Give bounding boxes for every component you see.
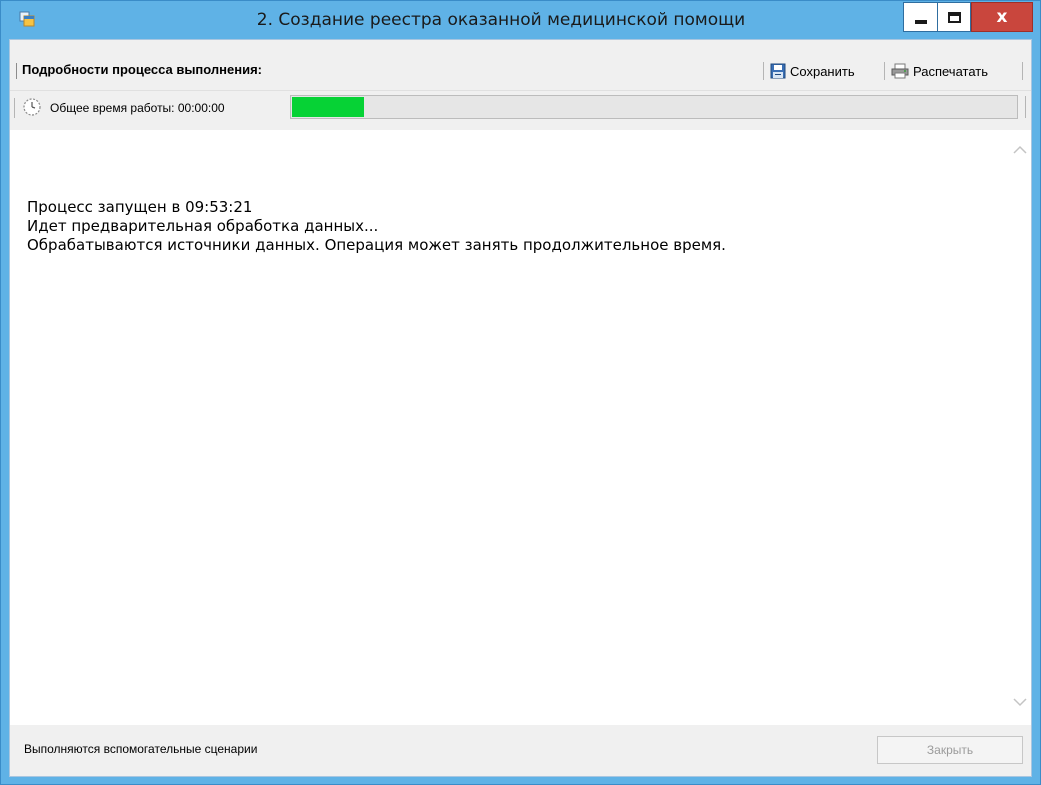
save-button-label: Сохранить xyxy=(790,63,855,79)
status-separator xyxy=(14,98,15,118)
scroll-down-icon[interactable] xyxy=(1012,692,1028,711)
minimize-button[interactable] xyxy=(903,2,937,32)
toolbar-separator xyxy=(1022,62,1023,80)
close-button[interactable]: Закрыть xyxy=(877,736,1023,764)
title-bar[interactable]: 2. Создание реестра оказанной медицинско… xyxy=(1,1,1040,39)
window-title: 2. Создание реестра оказанной медицинско… xyxy=(256,10,746,30)
close-icon: x xyxy=(996,7,1008,27)
toolbar-title: Подробности процесса выполнения: xyxy=(22,62,263,77)
log-output-area[interactable]: Процесс запущен в 09:53:21 Идет предварит… xyxy=(10,130,1031,725)
save-button[interactable]: Сохранить xyxy=(770,60,855,82)
scroll-up-icon[interactable] xyxy=(1012,140,1028,159)
elapsed-time-label: Общее время работы: 00:00:00 xyxy=(50,101,225,115)
log-line: Идет предварительная обработка данных... xyxy=(27,217,379,235)
printer-icon xyxy=(891,63,909,79)
client-area: Подробности процесса выполнения: Сохрани… xyxy=(9,39,1032,777)
clock-icon xyxy=(22,97,42,121)
toolbar-separator xyxy=(763,62,764,80)
status-separator xyxy=(1025,96,1026,118)
progress-bar xyxy=(290,95,1018,119)
app-window-icon xyxy=(19,11,35,27)
close-window-button[interactable]: x xyxy=(971,2,1033,32)
footer-bar: Выполняются вспомогательные сценарии Зак… xyxy=(10,725,1031,776)
log-line: Процесс запущен в 09:53:21 xyxy=(27,198,253,216)
print-button[interactable]: Распечатать xyxy=(891,60,988,82)
footer-status-text: Выполняются вспомогательные сценарии xyxy=(24,742,258,756)
toolbar-separator xyxy=(884,62,885,80)
print-button-label: Распечатать xyxy=(913,63,989,79)
progress-bar-fill xyxy=(292,97,364,117)
toolbar-separator xyxy=(16,63,17,79)
toolbar: Подробности процесса выполнения: Сохрани… xyxy=(10,40,1031,90)
log-line: Обрабатываются источники данных. Операци… xyxy=(27,236,726,254)
floppy-disk-icon xyxy=(770,63,786,79)
maximize-button[interactable] xyxy=(937,2,971,32)
dialog-window: 2. Создание реестра оказанной медицинско… xyxy=(0,0,1041,785)
maximize-icon xyxy=(947,11,961,23)
minimize-icon xyxy=(914,20,927,24)
log-lines: Процесс запущен в 09:53:21 Идет предварит… xyxy=(27,198,726,255)
progress-row: Общее время работы: 00:00:00 xyxy=(10,90,1031,122)
